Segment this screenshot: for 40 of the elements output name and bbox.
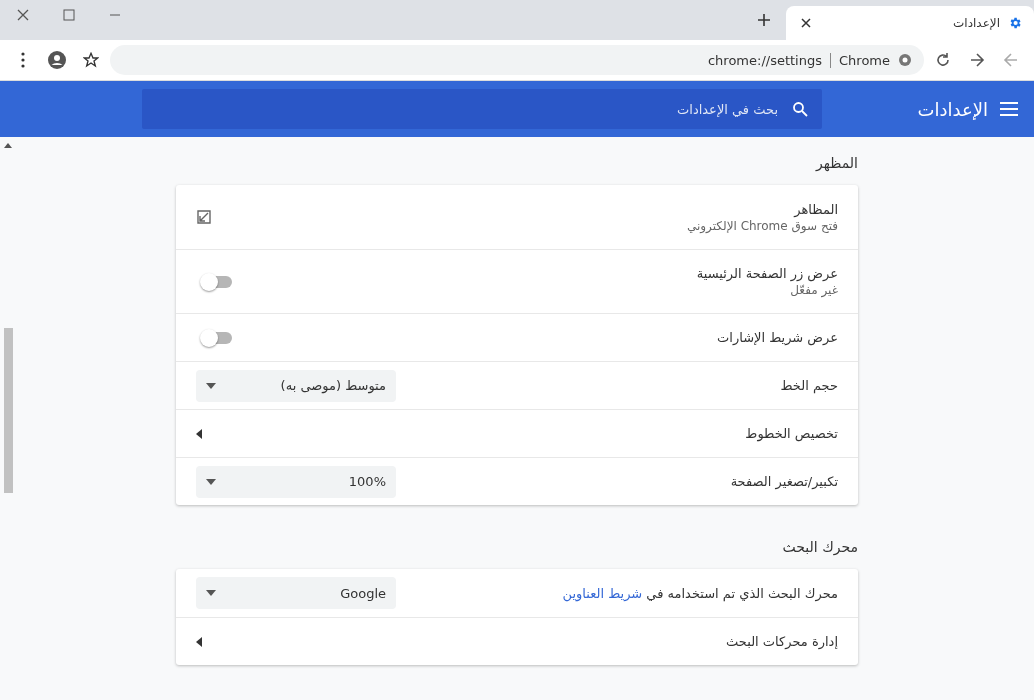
close-icon[interactable] [17,9,29,21]
external-link-icon[interactable] [196,209,212,225]
tab-title: الإعدادات [952,16,1000,30]
toggle-switch[interactable] [202,331,232,344]
setting-label: المظاهر [792,201,838,217]
scrollbar-thumb[interactable] [3,328,13,493]
page-title: الإعدادات [916,98,988,120]
setting-label: تخصيص الخطوط [744,426,838,441]
setting-label: تكبير/تصغير الصفحة [729,474,838,489]
address-bar-link[interactable]: شريط العناوين [562,585,643,601]
setting-label: إدارة محركات البحث [725,634,838,649]
setting-description: فتح سوق Chrome الإلكتروني [685,218,838,233]
dropdown[interactable]: Google [196,577,396,609]
arrow-icon[interactable] [196,428,202,439]
setting-label: حجم الخط [779,378,838,393]
section-title: المظهر [814,154,858,174]
maximize-icon[interactable] [63,9,75,21]
section-title: محرك البحث [781,538,858,558]
caret-icon [206,590,216,596]
toggle-switch[interactable] [202,275,232,288]
url-text[interactable]: chrome://settings [707,52,822,68]
dropdown[interactable]: 100% [196,465,396,498]
scroll-up-icon[interactable] [4,143,12,148]
plus-icon[interactable] [757,13,771,27]
setting-description: غير مفعّل [789,283,838,297]
search-box[interactable]: بحث في الإعدادات [142,89,822,129]
caret-icon [206,382,216,389]
chrome-icon [898,53,912,67]
search-icon [792,101,808,117]
arrow-icon[interactable] [196,636,202,647]
browser-tab[interactable]: الإعدادات [786,6,1034,40]
menu-icon[interactable] [1000,102,1018,116]
site-name: Chrome [830,52,890,68]
setting-label: محرك البحث الذي تم استخدامه في شريط العناوين [561,585,838,601]
search-field[interactable]: بحث في الإعدادات [156,100,780,118]
caret-icon [206,478,216,485]
gear-icon [1008,16,1022,30]
dropdown[interactable]: متوسط (موصى به) [196,369,396,402]
setting-label: عرض شريط الإشارات [716,330,838,345]
setting-label: عرض زر الصفحة الرئيسية [695,266,838,281]
